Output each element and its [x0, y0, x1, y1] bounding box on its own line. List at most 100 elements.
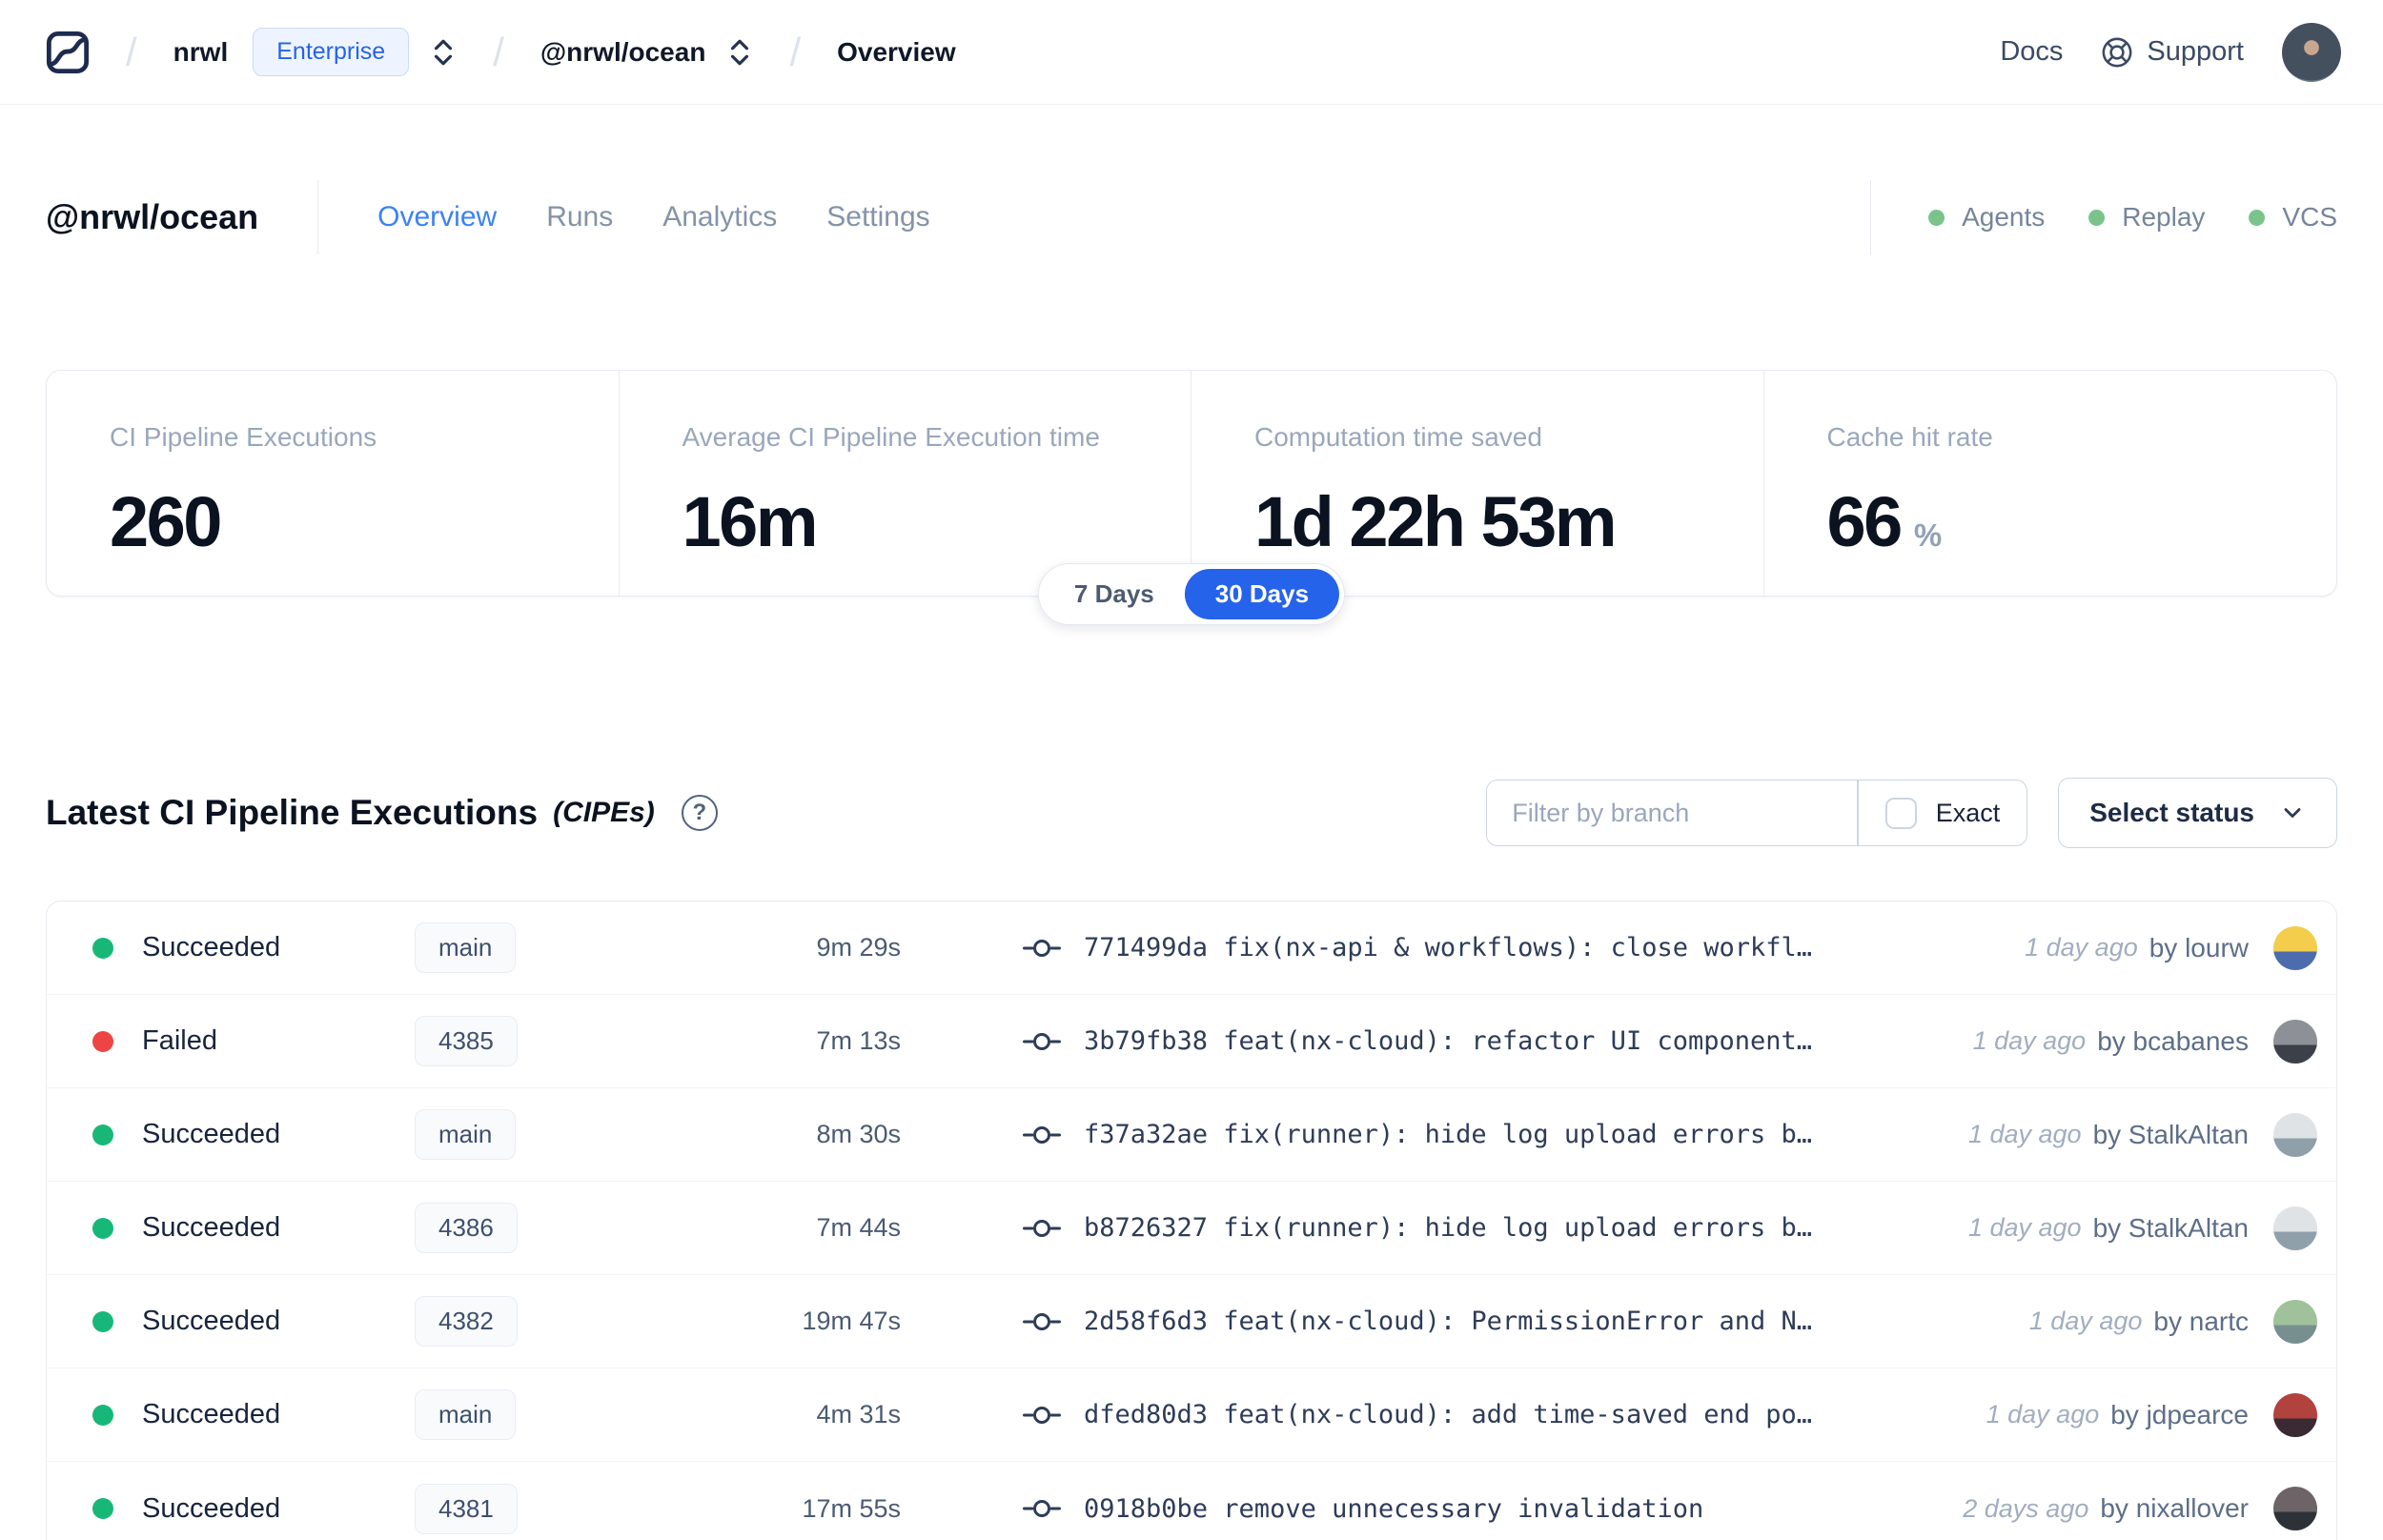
lifebuoy-icon — [2101, 36, 2133, 69]
stat-label: Computation time saved — [1254, 422, 1542, 452]
section-title-abbrev: (CIPEs) — [553, 797, 655, 828]
status-label: Succeeded — [142, 1306, 281, 1336]
time-ago: 1 day ago — [2028, 1307, 2143, 1335]
help-icon[interactable]: ? — [681, 795, 718, 831]
commit-message: 0918b0be remove unnecessary invalidation — [1084, 1493, 1704, 1524]
meta-cell: 1 day ago by nartc — [2028, 1299, 2317, 1344]
duration: 7m 44s — [816, 1213, 901, 1242]
commit-cell[interactable]: 771499da fix(nx-api & workflows): close … — [1023, 933, 1812, 962]
support-link[interactable]: Support — [2101, 36, 2244, 69]
stat-average-execution-time: Average CI Pipeline Execution time 16m — [620, 371, 1192, 596]
status-cell: Succeeded — [92, 1119, 415, 1150]
commit-cell[interactable]: dfed80d3 feat(nx-cloud): add time-saved … — [1023, 1400, 1812, 1429]
service-status-group: Agents Replay VCS — [1870, 180, 2337, 254]
status-label: Succeeded — [142, 1212, 281, 1243]
exact-checkbox[interactable] — [1884, 797, 1917, 829]
status-cell: Failed — [92, 1025, 415, 1057]
git-commit-icon — [1023, 1402, 1061, 1429]
branch-badge[interactable]: 4385 — [415, 1016, 518, 1066]
service-label: Agents — [1962, 202, 2046, 232]
page-title: @nrwl/ocean — [46, 197, 259, 236]
git-commit-icon — [1023, 935, 1061, 962]
author: by nixallover — [2100, 1493, 2249, 1523]
author: by StalkAltan — [2092, 1119, 2249, 1149]
exact-label: Exact — [1935, 798, 2001, 827]
branch-cell: 4386 — [415, 1203, 729, 1253]
tab-settings[interactable]: Settings — [826, 201, 929, 233]
stat-label: Cache hit rate — [1826, 422, 1993, 452]
commit-message: dfed80d3 feat(nx-cloud): add time-saved … — [1084, 1400, 1813, 1429]
table-row[interactable]: Succeeded 4382 19m 47s 2d58f6d3 feat(nx-… — [47, 1275, 2336, 1368]
breadcrumb-page: Overview — [837, 36, 956, 67]
branch-badge[interactable]: 4386 — [415, 1203, 518, 1253]
commit-cell[interactable]: 3b79fb38 feat(nx-cloud): refactor UI com… — [1023, 1026, 1812, 1056]
commit-message: 771499da fix(nx-api & workflows): close … — [1084, 933, 1813, 962]
user-avatar[interactable] — [2282, 22, 2341, 82]
commit-message: b8726327 fix(runner): hide log upload er… — [1084, 1213, 1813, 1243]
duration: 8m 30s — [816, 1120, 901, 1148]
commit-cell[interactable]: 2d58f6d3 feat(nx-cloud): PermissionError… — [1023, 1307, 1812, 1336]
status-label: Succeeded — [142, 1119, 281, 1149]
tab-runs[interactable]: Runs — [546, 201, 613, 233]
breadcrumb-org[interactable]: nrwl — [173, 37, 229, 68]
section-title: Latest CI Pipeline Executions — [46, 793, 539, 832]
table-row[interactable]: Succeeded 4381 17m 55s 0918b0be remove u… — [47, 1462, 2336, 1540]
range-option-7-days[interactable]: 7 Days — [1044, 569, 1185, 619]
workspace-tabs: Overview Runs Analytics Settings — [377, 201, 930, 233]
table-row[interactable]: Succeeded main 8m 30s f37a32ae fix(runne… — [47, 1088, 2336, 1182]
branch-badge[interactable]: 4381 — [415, 1483, 518, 1534]
tab-analytics[interactable]: Analytics — [662, 201, 777, 233]
stat-value: 16m — [682, 482, 819, 561]
git-commit-icon — [1023, 1215, 1061, 1242]
status-dot-icon — [92, 1030, 113, 1052]
stat-ci-pipeline-executions: CI Pipeline Executions 260 — [47, 371, 620, 596]
author-avatar — [2273, 1487, 2317, 1530]
author: by StalkAltan — [2092, 1212, 2249, 1243]
breadcrumb-workspace[interactable]: @nrwl/ocean — [540, 37, 706, 68]
cipe-filters: Exact Select status — [1486, 778, 2337, 848]
git-commit-icon — [1023, 1028, 1061, 1055]
meta-cell: 1 day ago by jdpearce — [1986, 1392, 2317, 1437]
range-option-30-days[interactable]: 30 Days — [1184, 569, 1340, 619]
time-ago: 1 day ago — [1986, 1400, 2100, 1429]
status-dot-icon — [92, 1310, 113, 1332]
status-dot-icon — [92, 1124, 113, 1145]
table-row[interactable]: Succeeded 4386 7m 44s b8726327 fix(runne… — [47, 1182, 2336, 1275]
stat-value: 1d 22h 53m — [1254, 482, 1618, 561]
status-cell: Succeeded — [92, 1493, 415, 1525]
service-status-vcs[interactable]: VCS — [2249, 202, 2337, 233]
branch-badge[interactable]: main — [415, 1109, 517, 1160]
commit-cell[interactable]: f37a32ae fix(runner): hide log upload er… — [1023, 1120, 1812, 1149]
commit-cell[interactable]: b8726327 fix(runner): hide log upload er… — [1023, 1213, 1812, 1243]
table-row[interactable]: Succeeded main 9m 29s 771499da fix(nx-ap… — [47, 902, 2336, 995]
branch-badge[interactable]: 4382 — [415, 1296, 518, 1347]
support-label: Support — [2147, 36, 2244, 67]
git-commit-icon — [1023, 1495, 1061, 1522]
stat-computation-time-saved: Computation time saved 1d 22h 53m — [1192, 371, 1764, 596]
status-select-dropdown[interactable]: Select status — [2058, 778, 2337, 848]
branch-cell: main — [415, 1389, 729, 1440]
duration: 17m 55s — [802, 1493, 901, 1523]
branch-cell: 4382 — [415, 1296, 729, 1347]
git-commit-icon — [1023, 1308, 1061, 1335]
status-label: Succeeded — [142, 1492, 281, 1524]
branch-badge[interactable]: main — [415, 922, 517, 973]
commit-cell[interactable]: 0918b0be remove unnecessary invalidation — [1023, 1494, 1703, 1524]
branch-filter-input[interactable] — [1487, 780, 1858, 845]
branch-badge[interactable]: main — [415, 1389, 517, 1440]
service-status-agents[interactable]: Agents — [1928, 202, 2045, 233]
tab-overview[interactable]: Overview — [377, 201, 497, 233]
author-avatar — [2273, 1019, 2317, 1064]
docs-link[interactable]: Docs — [2000, 36, 2063, 68]
org-switcher-icon[interactable] — [430, 37, 457, 68]
workspace-switcher-icon[interactable] — [726, 37, 753, 68]
table-row[interactable]: Succeeded main 4m 31s dfed80d3 feat(nx-c… — [47, 1368, 2336, 1462]
table-row[interactable]: Failed 4385 7m 13s 3b79fb38 feat(nx-clou… — [47, 995, 2336, 1088]
nx-cloud-logo-icon[interactable] — [46, 30, 90, 74]
stat-cache-hit-rate: Cache hit rate 66% — [1764, 371, 2337, 596]
service-status-replay[interactable]: Replay — [2088, 202, 2205, 233]
duration: 7m 13s — [816, 1026, 901, 1055]
status-dot-icon — [1928, 209, 1945, 226]
author: by bcabanes — [2097, 1025, 2249, 1056]
breadcrumb-separator: / — [126, 29, 137, 74]
